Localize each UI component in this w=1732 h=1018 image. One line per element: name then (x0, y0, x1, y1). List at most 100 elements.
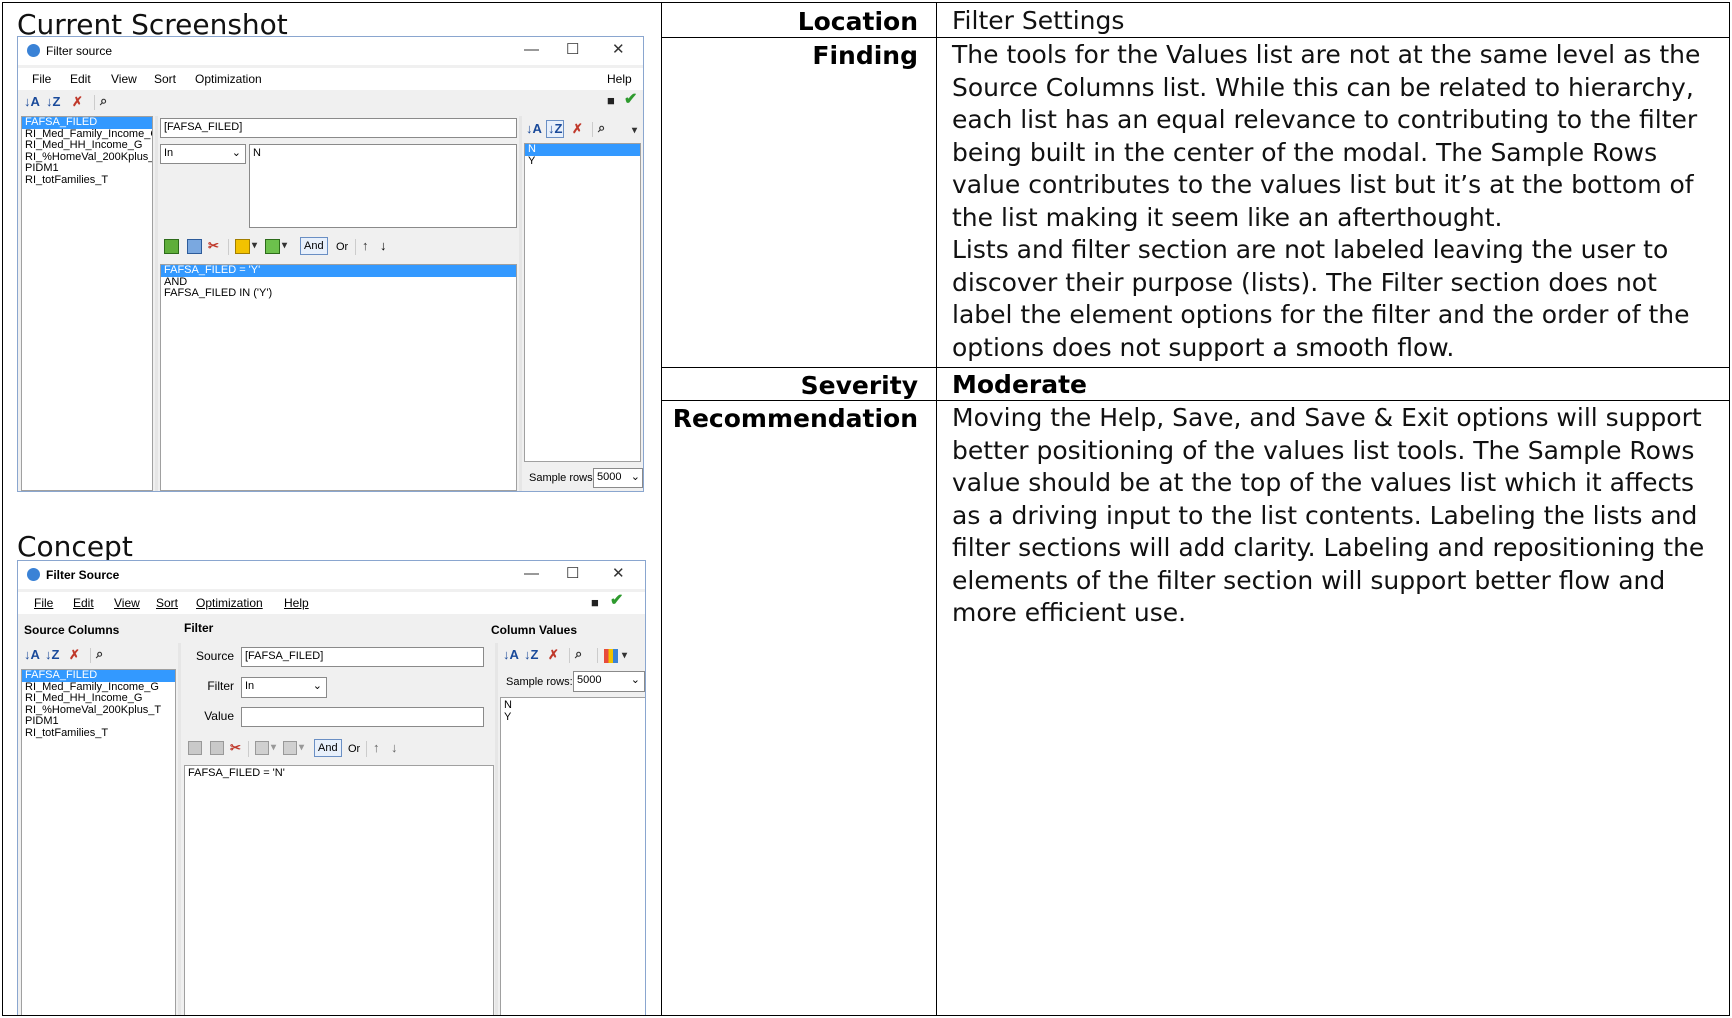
source-columns-list[interactable]: FAFSA_FILED RI_Med_Family_Income_G RI_Me… (21, 669, 176, 1015)
close-paren-icon[interactable] (283, 741, 297, 755)
or-button[interactable]: Or (348, 743, 360, 755)
open-paren-icon[interactable] (255, 741, 269, 755)
chevron-down-icon[interactable]: ▾ (252, 238, 257, 254)
save-exit-check-icon[interactable]: ✔ (610, 593, 623, 609)
find-icon[interactable]: ⌕ (598, 120, 605, 136)
value-field[interactable] (241, 707, 484, 727)
source-field[interactable]: [FAFSA_FILED] (241, 647, 484, 667)
sort-za-icon[interactable]: ↓Z (546, 120, 565, 138)
save-exit-check-icon[interactable]: ✔ (624, 92, 637, 108)
sample-rows-select[interactable]: 5000 ⌄ (593, 468, 643, 488)
list-item[interactable]: Y (501, 711, 645, 724)
move-down-icon[interactable]: ↓ (391, 740, 398, 756)
filter-expression-list[interactable]: FAFSA_FILED = 'Y' AND FAFSA_FILED IN ('Y… (160, 264, 517, 491)
menu-bar: File Edit View Sort Optimization Help ■ … (18, 592, 645, 614)
finding-line: discover their purpose (lists). The Filt… (952, 267, 1657, 297)
list-item[interactable]: N (501, 698, 645, 712)
chevron-down-icon[interactable]: ▾ (282, 238, 287, 254)
sort-az-icon[interactable]: ↓A (24, 647, 40, 663)
list-item[interactable]: Y (525, 155, 640, 168)
clear-sort-icon[interactable]: ✗ (72, 94, 83, 110)
menu-optimization[interactable]: Optimization (196, 596, 263, 610)
find-icon[interactable]: ⌕ (575, 646, 582, 662)
source-columns-list[interactable]: FAFSA_FILED RI_Med_Family_Income_G RI_Me… (21, 116, 153, 491)
sort-za-icon[interactable]: ↓Z (45, 647, 59, 663)
edit-condition-icon[interactable] (210, 741, 224, 755)
menu-edit[interactable]: Edit (70, 72, 91, 86)
source-field[interactable]: [FAFSA_FILED] (160, 118, 517, 138)
sort-za-icon[interactable]: ↓Z (524, 647, 538, 663)
delete-condition-icon[interactable]: ✂ (208, 238, 219, 254)
menu-sort[interactable]: Sort (156, 596, 178, 610)
close-icon[interactable]: ✕ (612, 564, 625, 584)
sort-za-icon[interactable]: ↓Z (46, 94, 60, 110)
delete-condition-icon[interactable]: ✂ (230, 740, 241, 756)
list-item[interactable]: RI_Med_HH_Income_G (22, 692, 175, 705)
menu-file[interactable]: File (34, 596, 53, 610)
chevron-down-icon[interactable]: ▾ (299, 740, 304, 756)
finding-line: label the element options for the filter… (952, 300, 1690, 329)
sort-az-icon[interactable]: ↓A (526, 121, 542, 137)
list-item[interactable]: FAFSA_FILED (22, 117, 152, 129)
clear-sort-icon[interactable]: ✗ (572, 121, 583, 137)
finding-line: options does not support a smooth flow. (952, 332, 1455, 362)
overflow-chevron-icon[interactable]: ▾ (632, 123, 637, 139)
sort-az-icon[interactable]: ↓A (24, 94, 40, 110)
and-button[interactable]: And (300, 237, 328, 255)
current-filter-window: Filter source — ☐ ✕ File Edit View Sort … (17, 36, 644, 492)
find-icon[interactable]: ⌕ (96, 646, 103, 662)
clear-sort-icon[interactable]: ✗ (69, 647, 80, 663)
filter-operator-select[interactable]: In ⌄ (241, 677, 327, 698)
clear-sort-icon[interactable]: ✗ (548, 647, 559, 663)
menu-file[interactable]: File (32, 72, 51, 86)
value-textarea[interactable]: N (249, 144, 517, 228)
list-item[interactable]: RI_totFamilies_T (22, 174, 152, 187)
list-item[interactable]: RI_totFamilies_T (22, 727, 175, 740)
expression-line[interactable]: FAFSA_FILED = 'Y' (161, 265, 516, 277)
open-paren-icon[interactable] (235, 239, 250, 254)
save-icon[interactable]: ■ (607, 93, 615, 109)
minimize-icon[interactable]: — (524, 564, 539, 584)
menu-sort[interactable]: Sort (154, 72, 176, 86)
move-down-icon[interactable]: ↓ (380, 238, 387, 254)
window-title: Filter source (46, 44, 113, 58)
and-button[interactable]: And (314, 739, 342, 757)
chevron-down-icon[interactable]: ▾ (622, 648, 627, 664)
menu-optimization[interactable]: Optimization (195, 72, 262, 86)
menu-view[interactable]: View (111, 72, 137, 86)
menu-view[interactable]: View (114, 596, 140, 610)
find-icon[interactable]: ⌕ (100, 93, 107, 109)
or-button[interactable]: Or (336, 241, 348, 253)
menu-help[interactable]: Help (284, 596, 309, 610)
close-icon[interactable]: ✕ (612, 40, 625, 60)
values-list[interactable]: N Y (524, 143, 641, 462)
minimize-icon[interactable]: — (524, 40, 539, 60)
sample-rows-select[interactable]: 5000 ⌄ (573, 671, 645, 692)
add-condition-icon[interactable] (164, 239, 179, 254)
list-item[interactable]: RI_Med_HH_Income_G (22, 139, 152, 152)
sort-az-icon[interactable]: ↓A (503, 647, 519, 663)
chevron-down-icon[interactable]: ▾ (271, 740, 276, 756)
move-up-icon[interactable]: ↑ (362, 238, 369, 254)
sample-rows-label: Sample rows: (529, 472, 596, 484)
list-item[interactable]: PIDM1 (22, 715, 175, 728)
list-item[interactable]: PIDM1 (22, 162, 152, 175)
recommendation-text: Moving the Help, Save, and Save & Exit o… (952, 402, 1722, 630)
expression-line[interactable]: FAFSA_FILED = 'N' (185, 766, 493, 780)
menu-help[interactable]: Help (607, 72, 632, 86)
operator-select[interactable]: In ⌄ (160, 144, 246, 164)
maximize-icon[interactable]: ☐ (566, 564, 579, 584)
move-up-icon[interactable]: ↑ (373, 740, 380, 756)
menu-edit[interactable]: Edit (73, 596, 94, 610)
edit-condition-icon[interactable] (187, 239, 202, 254)
close-paren-icon[interactable] (265, 239, 280, 254)
save-icon[interactable]: ■ (591, 595, 599, 611)
list-item[interactable]: FAFSA_FILED (22, 670, 175, 682)
values-list[interactable]: N Y (500, 697, 645, 1015)
add-condition-icon[interactable] (188, 741, 202, 755)
list-item[interactable]: N (525, 144, 640, 156)
maximize-icon[interactable]: ☐ (566, 40, 579, 60)
color-grid-icon[interactable] (604, 649, 618, 663)
filter-expression-list[interactable]: FAFSA_FILED = 'N' (184, 765, 494, 1015)
expression-line[interactable]: FAFSA_FILED IN ('Y') (161, 287, 516, 300)
